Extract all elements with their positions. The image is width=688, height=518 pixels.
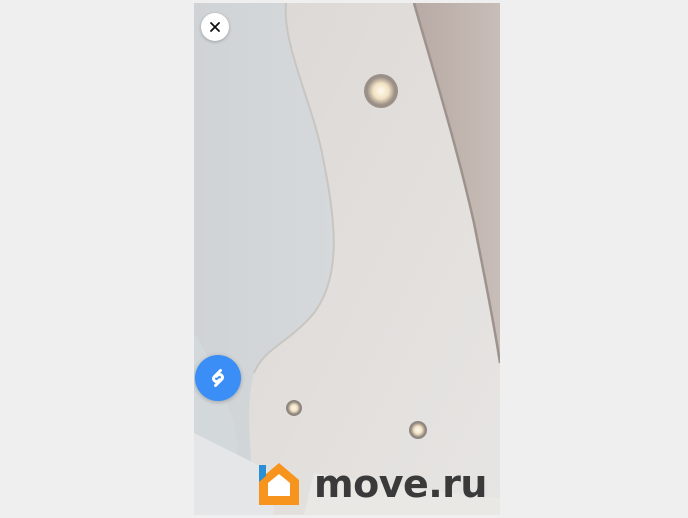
ceiling-photo-image: [194, 3, 500, 515]
close-button[interactable]: [201, 13, 229, 41]
ceiling-photo: move.ru: [194, 3, 500, 515]
house-logo-icon: [256, 460, 302, 508]
close-icon: [210, 22, 220, 32]
shazam-icon: [212, 369, 224, 387]
shazam-button[interactable]: [195, 355, 241, 401]
watermark-brand-text: move.ru: [314, 462, 487, 506]
media-viewer: move.ru: [0, 0, 688, 518]
move-ru-watermark: move.ru: [256, 459, 487, 509]
